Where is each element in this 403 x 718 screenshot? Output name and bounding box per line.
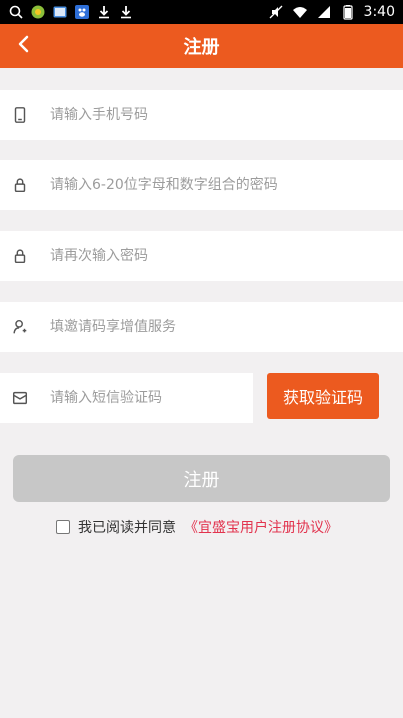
back-button[interactable] — [8, 30, 40, 62]
search-icon — [8, 4, 24, 20]
lock-icon — [0, 160, 40, 210]
mute-icon — [268, 4, 284, 20]
agreement-row: 我已阅读并同意 《宜盛宝用户注册协议》 — [56, 517, 338, 537]
wifi-icon — [292, 4, 308, 20]
download-icon — [96, 4, 112, 20]
download-icon — [118, 4, 134, 20]
status-bar: 3:40 — [0, 0, 403, 24]
password-confirm-input[interactable] — [40, 247, 403, 265]
password-row — [0, 160, 403, 210]
battery-icon — [340, 4, 356, 20]
invite-input[interactable] — [40, 318, 403, 336]
lock-icon — [0, 231, 40, 281]
password-input[interactable] — [40, 176, 403, 194]
status-time: 3:40 — [363, 4, 395, 20]
top-bar: 注册 — [0, 24, 403, 68]
chevron-left-icon — [14, 34, 34, 58]
password-confirm-row — [0, 231, 403, 281]
phone-input[interactable] — [40, 106, 403, 124]
sms-row — [0, 373, 253, 423]
photo-icon — [52, 4, 68, 20]
get-code-button[interactable]: 获取验证码 — [267, 373, 379, 419]
agreement-checkbox[interactable] — [56, 520, 70, 534]
agreement-text: 我已阅读并同意 — [78, 520, 176, 536]
status-right-icons: 3:40 — [268, 4, 403, 20]
phone-row — [0, 90, 403, 140]
message-icon — [0, 373, 40, 423]
invite-row — [0, 302, 403, 352]
page-title: 注册 — [183, 37, 220, 58]
signal-icon — [316, 4, 332, 20]
browser-icon — [30, 4, 46, 20]
sms-code-input[interactable] — [40, 389, 253, 407]
user-add-icon — [0, 302, 40, 352]
phone-icon — [0, 90, 40, 140]
register-button[interactable]: 注册 — [13, 455, 390, 502]
status-left-icons — [0, 4, 134, 20]
baidu-icon — [74, 4, 90, 20]
agreement-link[interactable]: 《宜盛宝用户注册协议》 — [184, 517, 338, 537]
